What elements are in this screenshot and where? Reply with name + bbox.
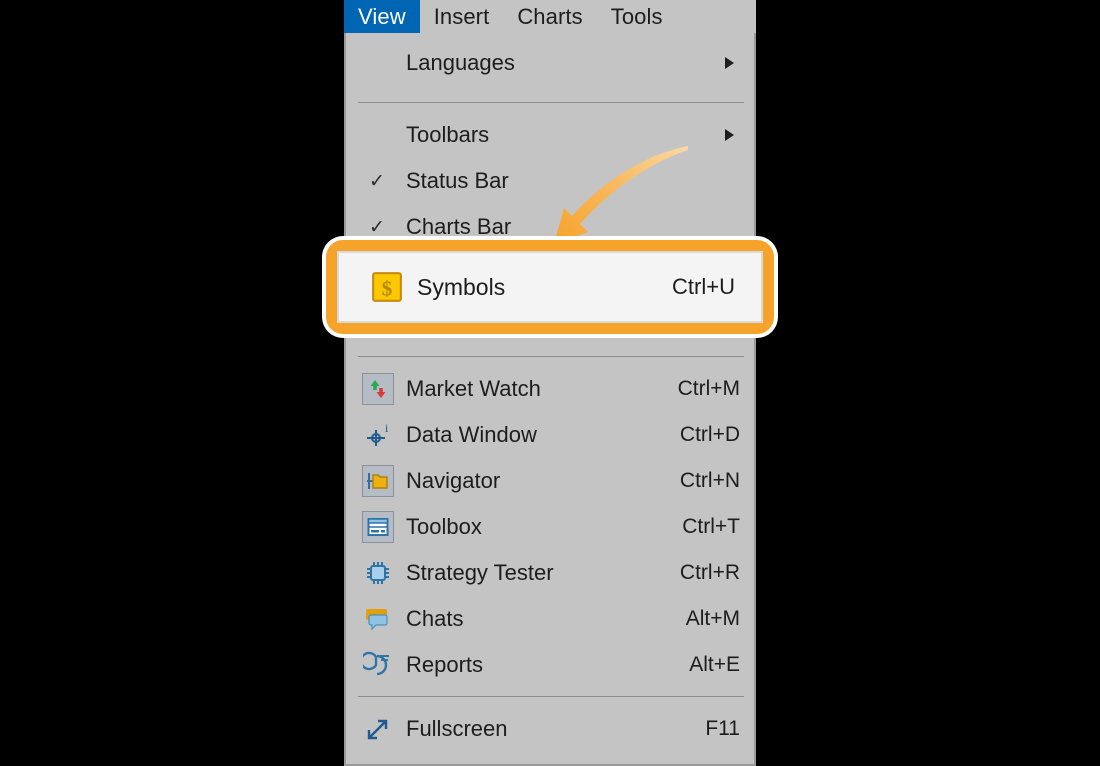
menu-item-strategy-tester[interactable]: Strategy Tester Ctrl+R [346,550,754,596]
menu-item-toolbars-label: Toolbars [406,122,490,147]
menu-item-reports[interactable]: Reports Alt+E [346,642,754,688]
menu-item-fullscreen-accel: F11 [705,717,740,740]
navigator-folder-icon [362,465,394,497]
toolbox-icon [362,511,394,543]
menu-item-reports-label: Reports [406,652,484,677]
menu-item-data-window-accel: Ctrl+D [679,423,740,446]
menu-separator-3 [358,696,744,697]
menubar-item-view[interactable]: View [344,0,420,33]
symbols-highlight-callout: $ Symbols Ctrl+U [326,240,774,334]
svg-text:i: i [385,421,389,435]
market-watch-icon [362,373,394,405]
menu-item-chats[interactable]: Chats Alt+M [346,596,754,642]
menu-item-navigator-label: Navigator [406,468,501,493]
view-menu-dropdown: Languages Toolbars ✓ Status Bar ✓ Charts… [344,33,756,766]
menu-item-market-watch-label: Market Watch [406,376,541,401]
menu-item-fullscreen[interactable]: Fullscreen F11 [346,706,754,752]
menu-item-status-bar[interactable]: ✓ Status Bar [346,158,754,204]
menu-item-toolbox[interactable]: Toolbox Ctrl+T [346,504,754,550]
menu-item-reports-accel: Alt+E [689,653,740,676]
menubar-item-insert[interactable]: Insert [420,0,504,33]
menu-separator-1 [358,102,744,103]
menu-item-strategy-tester-label: Strategy Tester [406,560,554,585]
menu-item-strategy-tester-accel: Ctrl+R [679,561,740,584]
cpu-chip-icon [362,557,394,589]
menubar-item-charts[interactable]: Charts [503,0,596,33]
menu-item-data-window-label: Data Window [406,422,537,447]
menubar-item-view-label: View [358,3,406,29]
checkmark-icon: ✓ [369,216,385,238]
reports-icon [362,649,394,681]
menubar-item-charts-label: Charts [517,3,583,29]
menu-item-market-watch-accel: Ctrl+M [677,377,740,400]
chevron-right-icon [725,57,734,69]
menubar-item-tools[interactable]: Tools [597,0,677,33]
symbols-highlighted-row[interactable]: $ Symbols Ctrl+U [337,251,763,323]
checkmark-icon: ✓ [369,170,385,192]
menu-item-languages[interactable]: Languages [346,33,754,93]
menu-item-chats-accel: Alt+M [685,607,740,630]
menu-item-market-watch[interactable]: Market Watch Ctrl+M [346,366,754,412]
fullscreen-arrow-icon [362,713,394,745]
svg-text:$: $ [382,277,393,301]
menubar-item-insert-label: Insert [433,3,490,29]
menu-item-chats-label: Chats [406,606,464,631]
chevron-right-icon [725,129,734,141]
data-window-icon: i [362,419,394,451]
menu-item-toolbars[interactable]: Toolbars [346,112,754,158]
menu-item-fullscreen-label: Fullscreen [406,716,508,741]
menu-item-status-bar-label: Status Bar [406,168,509,193]
menubar-item-tools-label: Tools [610,3,663,29]
symbols-accel: Ctrl+U [672,274,735,299]
menu-item-navigator-accel: Ctrl+N [679,469,740,492]
menu-item-languages-label: Languages [406,50,515,75]
menu-item-toolbox-label: Toolbox [406,514,482,539]
menu-bar: View Insert Charts Tools [344,0,756,33]
menu-item-charts-bar-label: Charts Bar [406,214,512,239]
menu-separator-2 [358,356,744,357]
chat-bubbles-icon [362,603,394,635]
dollar-square-icon: $ [371,271,403,303]
menu-item-data-window[interactable]: i Data Window Ctrl+D [346,412,754,458]
symbols-label: Symbols [417,273,506,300]
menu-item-navigator[interactable]: Navigator Ctrl+N [346,458,754,504]
menu-item-toolbox-accel: Ctrl+T [682,515,740,538]
